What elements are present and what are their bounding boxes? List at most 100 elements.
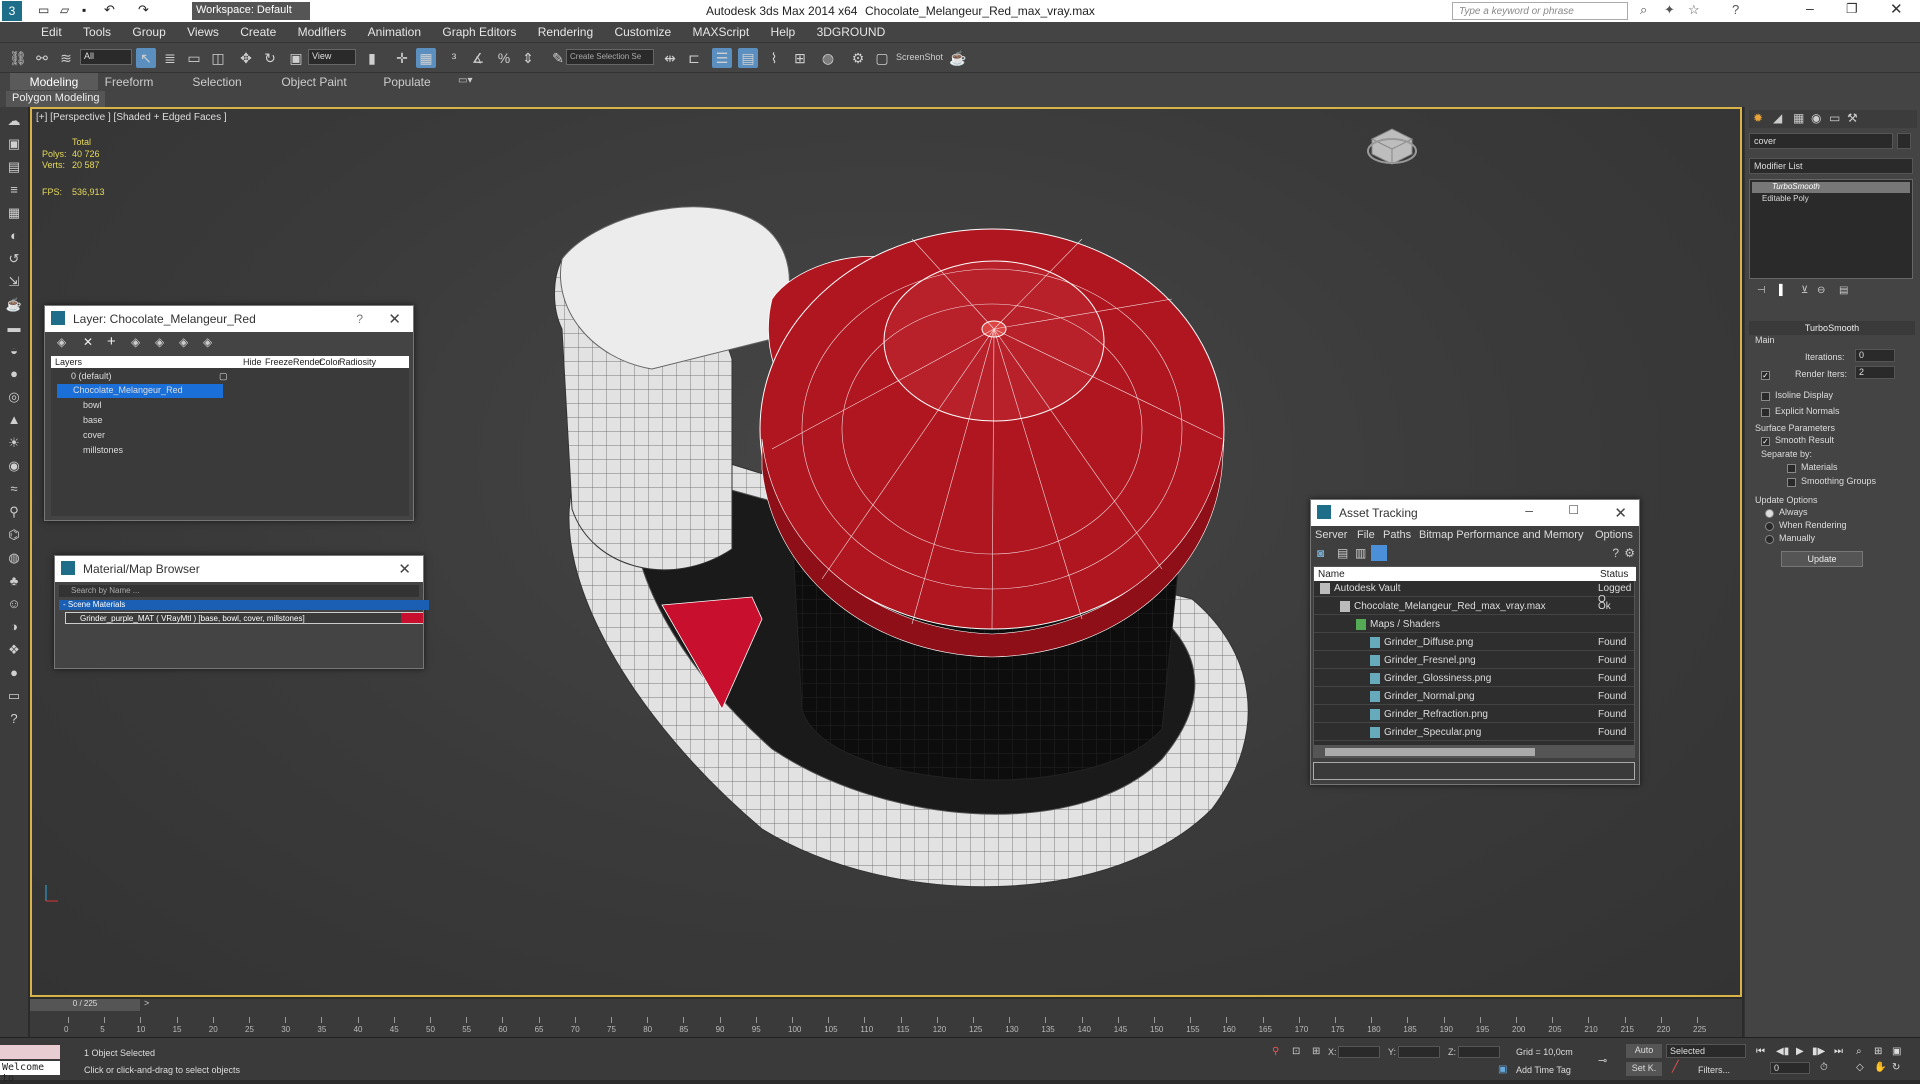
asset-refresh-icon[interactable]: ◙ — [1317, 546, 1324, 560]
star-icon[interactable]: ☆ — [1688, 2, 1700, 18]
asset-settings-icon[interactable]: ⚙ — [1624, 546, 1635, 560]
asset-menu-options[interactable]: Options — [1595, 529, 1633, 541]
create-tab-icon[interactable]: ✹ — [1753, 111, 1763, 125]
strip-box-icon[interactable]: ▬ — [5, 319, 23, 337]
strip-doc-icon[interactable]: ▭ — [5, 687, 23, 705]
rendered-frame-icon[interactable]: ▢ — [872, 48, 892, 68]
asset-row[interactable]: Grinder_Specular.png Found — [1314, 725, 1634, 741]
asset-menu-bitmap[interactable]: Bitmap Performance and Memory — [1419, 529, 1583, 541]
auto-key-button[interactable]: Auto — [1626, 1044, 1662, 1058]
asset-row[interactable]: Grinder_Diffuse.png Found — [1314, 635, 1634, 651]
asset-row[interactable]: Grinder_Normal.png Found — [1314, 689, 1634, 705]
time-slider-next-icon[interactable]: > — [144, 998, 149, 1008]
perspective-viewport[interactable]: [+] [Perspective ] [Shaded + Edged Faces… — [30, 107, 1742, 997]
ribbon-options-icon[interactable]: ▭▾ — [458, 75, 472, 86]
col-freeze[interactable]: Freeze — [265, 357, 293, 367]
display-tab-icon[interactable]: ▭ — [1829, 111, 1840, 125]
modifier-list-dropdown[interactable]: Modifier List — [1749, 158, 1913, 174]
goto-start-icon[interactable]: ⏮ — [1756, 1046, 1765, 1057]
strip-globe-icon[interactable]: ◍ — [5, 549, 23, 567]
col-name[interactable]: Name — [1318, 569, 1345, 580]
maxscript-listener[interactable] — [0, 1045, 60, 1059]
undo-icon[interactable]: ↶ — [104, 2, 115, 18]
strip-people-icon[interactable]: ☺ — [5, 595, 23, 613]
named-selection-dropdown[interactable]: Create Selection Se — [566, 49, 654, 65]
col-hide[interactable]: Hide — [243, 357, 262, 367]
z-coord-field[interactable] — [1458, 1046, 1500, 1058]
menu-3dground[interactable]: 3DGROUND — [808, 22, 895, 39]
rotate-icon[interactable]: ↻ — [260, 48, 280, 68]
key-filters-button[interactable]: Filters... — [1698, 1065, 1730, 1075]
isoline-checkbox[interactable] — [1761, 392, 1770, 401]
time-tag-icon[interactable]: ▣ — [1498, 1064, 1507, 1075]
configure-sets-icon[interactable]: ▤ — [1839, 285, 1848, 296]
time-config-icon[interactable]: ⏱ — [1820, 1062, 1828, 1073]
asset-path-field[interactable] — [1313, 762, 1635, 780]
smooth-result-checkbox[interactable]: ✓ — [1761, 437, 1770, 446]
set-key-icon[interactable]: ╱ — [1672, 1060, 1679, 1073]
asset-menu-paths[interactable]: Paths — [1383, 529, 1411, 541]
strip-geosphere-icon[interactable]: ◉ — [5, 457, 23, 475]
always-radio[interactable] — [1765, 509, 1774, 518]
layer-row[interactable]: cover — [71, 429, 371, 443]
asset-tracking-titlebar[interactable]: Asset Tracking – ☐ ✕ — [1311, 500, 1639, 526]
strip-sun-icon[interactable]: ☀ — [5, 434, 23, 452]
absolute-mode-icon[interactable]: ⊞ — [1312, 1046, 1320, 1057]
layer-row-selected[interactable]: Chocolate_Melangeur_Red — [57, 384, 223, 398]
select-by-name-icon[interactable]: ≣ — [160, 48, 180, 68]
strip-torus-icon[interactable]: ◎ — [5, 388, 23, 406]
angle-snap-icon[interactable]: ∡ — [468, 48, 488, 68]
help-icon[interactable]: ? — [1732, 2, 1739, 17]
strip-cube-icon[interactable]: ▦ — [5, 204, 23, 222]
asset-detail-icon[interactable]: ▥ — [1355, 546, 1366, 560]
render-icon[interactable]: ☕ — [948, 48, 968, 68]
object-name-field[interactable]: cover — [1749, 133, 1893, 149]
minimize-icon[interactable]: – — [1806, 0, 1814, 16]
key-icon[interactable]: ⊸ — [1598, 1054, 1607, 1067]
hierarchy-tab-icon[interactable]: ▦ — [1793, 111, 1804, 125]
stack-editable-poly[interactable]: Editable Poly — [1752, 194, 1910, 205]
scale-icon[interactable]: ▣ — [286, 48, 306, 68]
zoom-icon[interactable]: ⌕ — [1856, 1046, 1862, 1057]
goto-end-icon[interactable]: ⏭ — [1834, 1046, 1843, 1057]
asset-list-icon[interactable]: ▤ — [1337, 546, 1348, 560]
snap-toggle-icon[interactable]: ³ — [444, 48, 464, 68]
close-icon[interactable]: ✕ — [1890, 0, 1903, 18]
materials-checkbox[interactable] — [1787, 464, 1796, 473]
strip-helper-icon[interactable]: ⚲ — [5, 503, 23, 521]
save-icon[interactable]: ▪ — [82, 3, 86, 17]
asset-minimize-icon[interactable]: – — [1525, 502, 1533, 518]
strip-cone-icon[interactable]: ▲ — [5, 411, 23, 429]
asset-row[interactable]: Maps / Shaders — [1314, 617, 1634, 633]
menu-modifiers[interactable]: Modifiers — [289, 22, 356, 39]
pin-stack-icon[interactable]: ⊣ — [1757, 285, 1766, 296]
asset-row[interactable]: Chocolate_Melangeur_Red_max_vray.max Ok — [1314, 599, 1634, 615]
strip-scale-icon[interactable]: ⇲ — [5, 273, 23, 291]
layer-row[interactable]: base — [71, 414, 371, 428]
selection-filter-dropdown[interactable]: All — [80, 49, 132, 65]
strip-sphere-icon[interactable]: ● — [5, 365, 23, 383]
mirror-icon[interactable]: ⇹ — [660, 48, 680, 68]
strip-light-icon[interactable]: ● — [5, 664, 23, 682]
material-browser-window[interactable]: Material/Map Browser ✕ Search by Name ..… — [54, 555, 429, 669]
asset-help-icon[interactable]: ? — [1612, 546, 1619, 560]
show-end-icon[interactable]: ▌ — [1779, 285, 1786, 296]
new-icon[interactable]: ▭ — [38, 3, 49, 17]
menu-help[interactable]: Help — [762, 22, 805, 39]
asset-table-icon[interactable] — [1371, 545, 1387, 561]
window-crossing-icon[interactable]: ◫ — [208, 48, 228, 68]
workspace-dropdown[interactable]: Workspace: Default — [192, 2, 310, 20]
motion-tab-icon[interactable]: ◉ — [1811, 111, 1821, 125]
link-icon[interactable]: ⛓ — [8, 48, 28, 68]
menu-tools[interactable]: Tools — [74, 22, 120, 39]
redo-icon[interactable]: ↷ — [138, 2, 149, 18]
align-icon[interactable]: ⊏ — [684, 48, 704, 68]
strip-help-icon[interactable]: ? — [5, 710, 23, 728]
asset-hscrollbar[interactable] — [1313, 746, 1635, 758]
tab-selection[interactable]: Selection — [186, 73, 248, 90]
zoom-all-icon[interactable]: ⊞ — [1874, 1046, 1882, 1057]
strip-layer-icon[interactable]: ≡ — [5, 181, 23, 199]
strip-plant-icon[interactable]: ♣ — [5, 572, 23, 590]
render-setup-icon[interactable]: ⚙ — [848, 48, 868, 68]
unique-icon[interactable]: ⊻ — [1801, 285, 1808, 296]
